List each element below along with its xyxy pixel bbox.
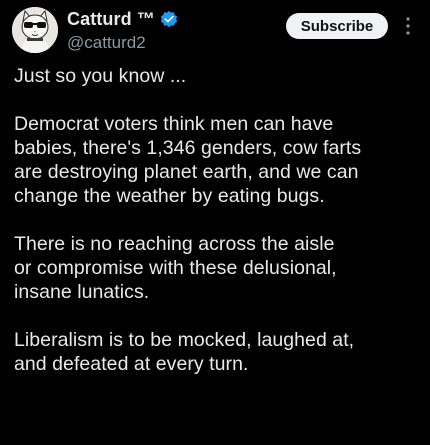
tweet-paragraph: Just so you know ... — [14, 64, 424, 88]
tweet-line: Liberalism is to be mocked, laughed at, — [14, 329, 355, 351]
verified-badge-icon — [160, 10, 178, 28]
author-header: Catturd ™ @catturd2 — [67, 8, 178, 53]
tweet-line: babies, there's 1,346 genders, cow farts — [14, 137, 362, 159]
user-handle[interactable]: @catturd2 — [67, 33, 178, 53]
tweet-line: insane lunatics. — [14, 281, 150, 303]
name-row: Catturd ™ — [67, 8, 178, 30]
display-name[interactable]: Catturd ™ — [67, 9, 155, 30]
tweet-line: are destroying planet earth, and we can — [14, 161, 359, 183]
tweet-text: Just so you know ... Democrat voters thi… — [14, 64, 424, 400]
more-options-icon[interactable] — [404, 14, 412, 38]
subscribe-button[interactable]: Subscribe — [286, 13, 388, 39]
tweet-card: Catturd ™ @catturd2 Subscribe Just so yo… — [0, 0, 430, 445]
tweet-line: and defeated at every turn. — [14, 353, 249, 375]
cat-avatar-icon[interactable] — [12, 7, 58, 53]
tweet-paragraph: There is no reaching across the aisle or… — [14, 232, 424, 304]
tweet-line: or compromise with these delusional, — [14, 257, 337, 279]
tweet-line: There is no reaching across the aisle — [14, 233, 335, 255]
tweet-line: Democrat voters think men can have — [14, 113, 334, 135]
tweet-paragraph: Liberalism is to be mocked, laughed at, … — [14, 328, 424, 376]
tweet-line: change the weather by eating bugs. — [14, 185, 325, 207]
tweet-paragraph: Democrat voters think men can have babie… — [14, 112, 424, 208]
tweet-line: Just so you know ... — [14, 65, 187, 87]
